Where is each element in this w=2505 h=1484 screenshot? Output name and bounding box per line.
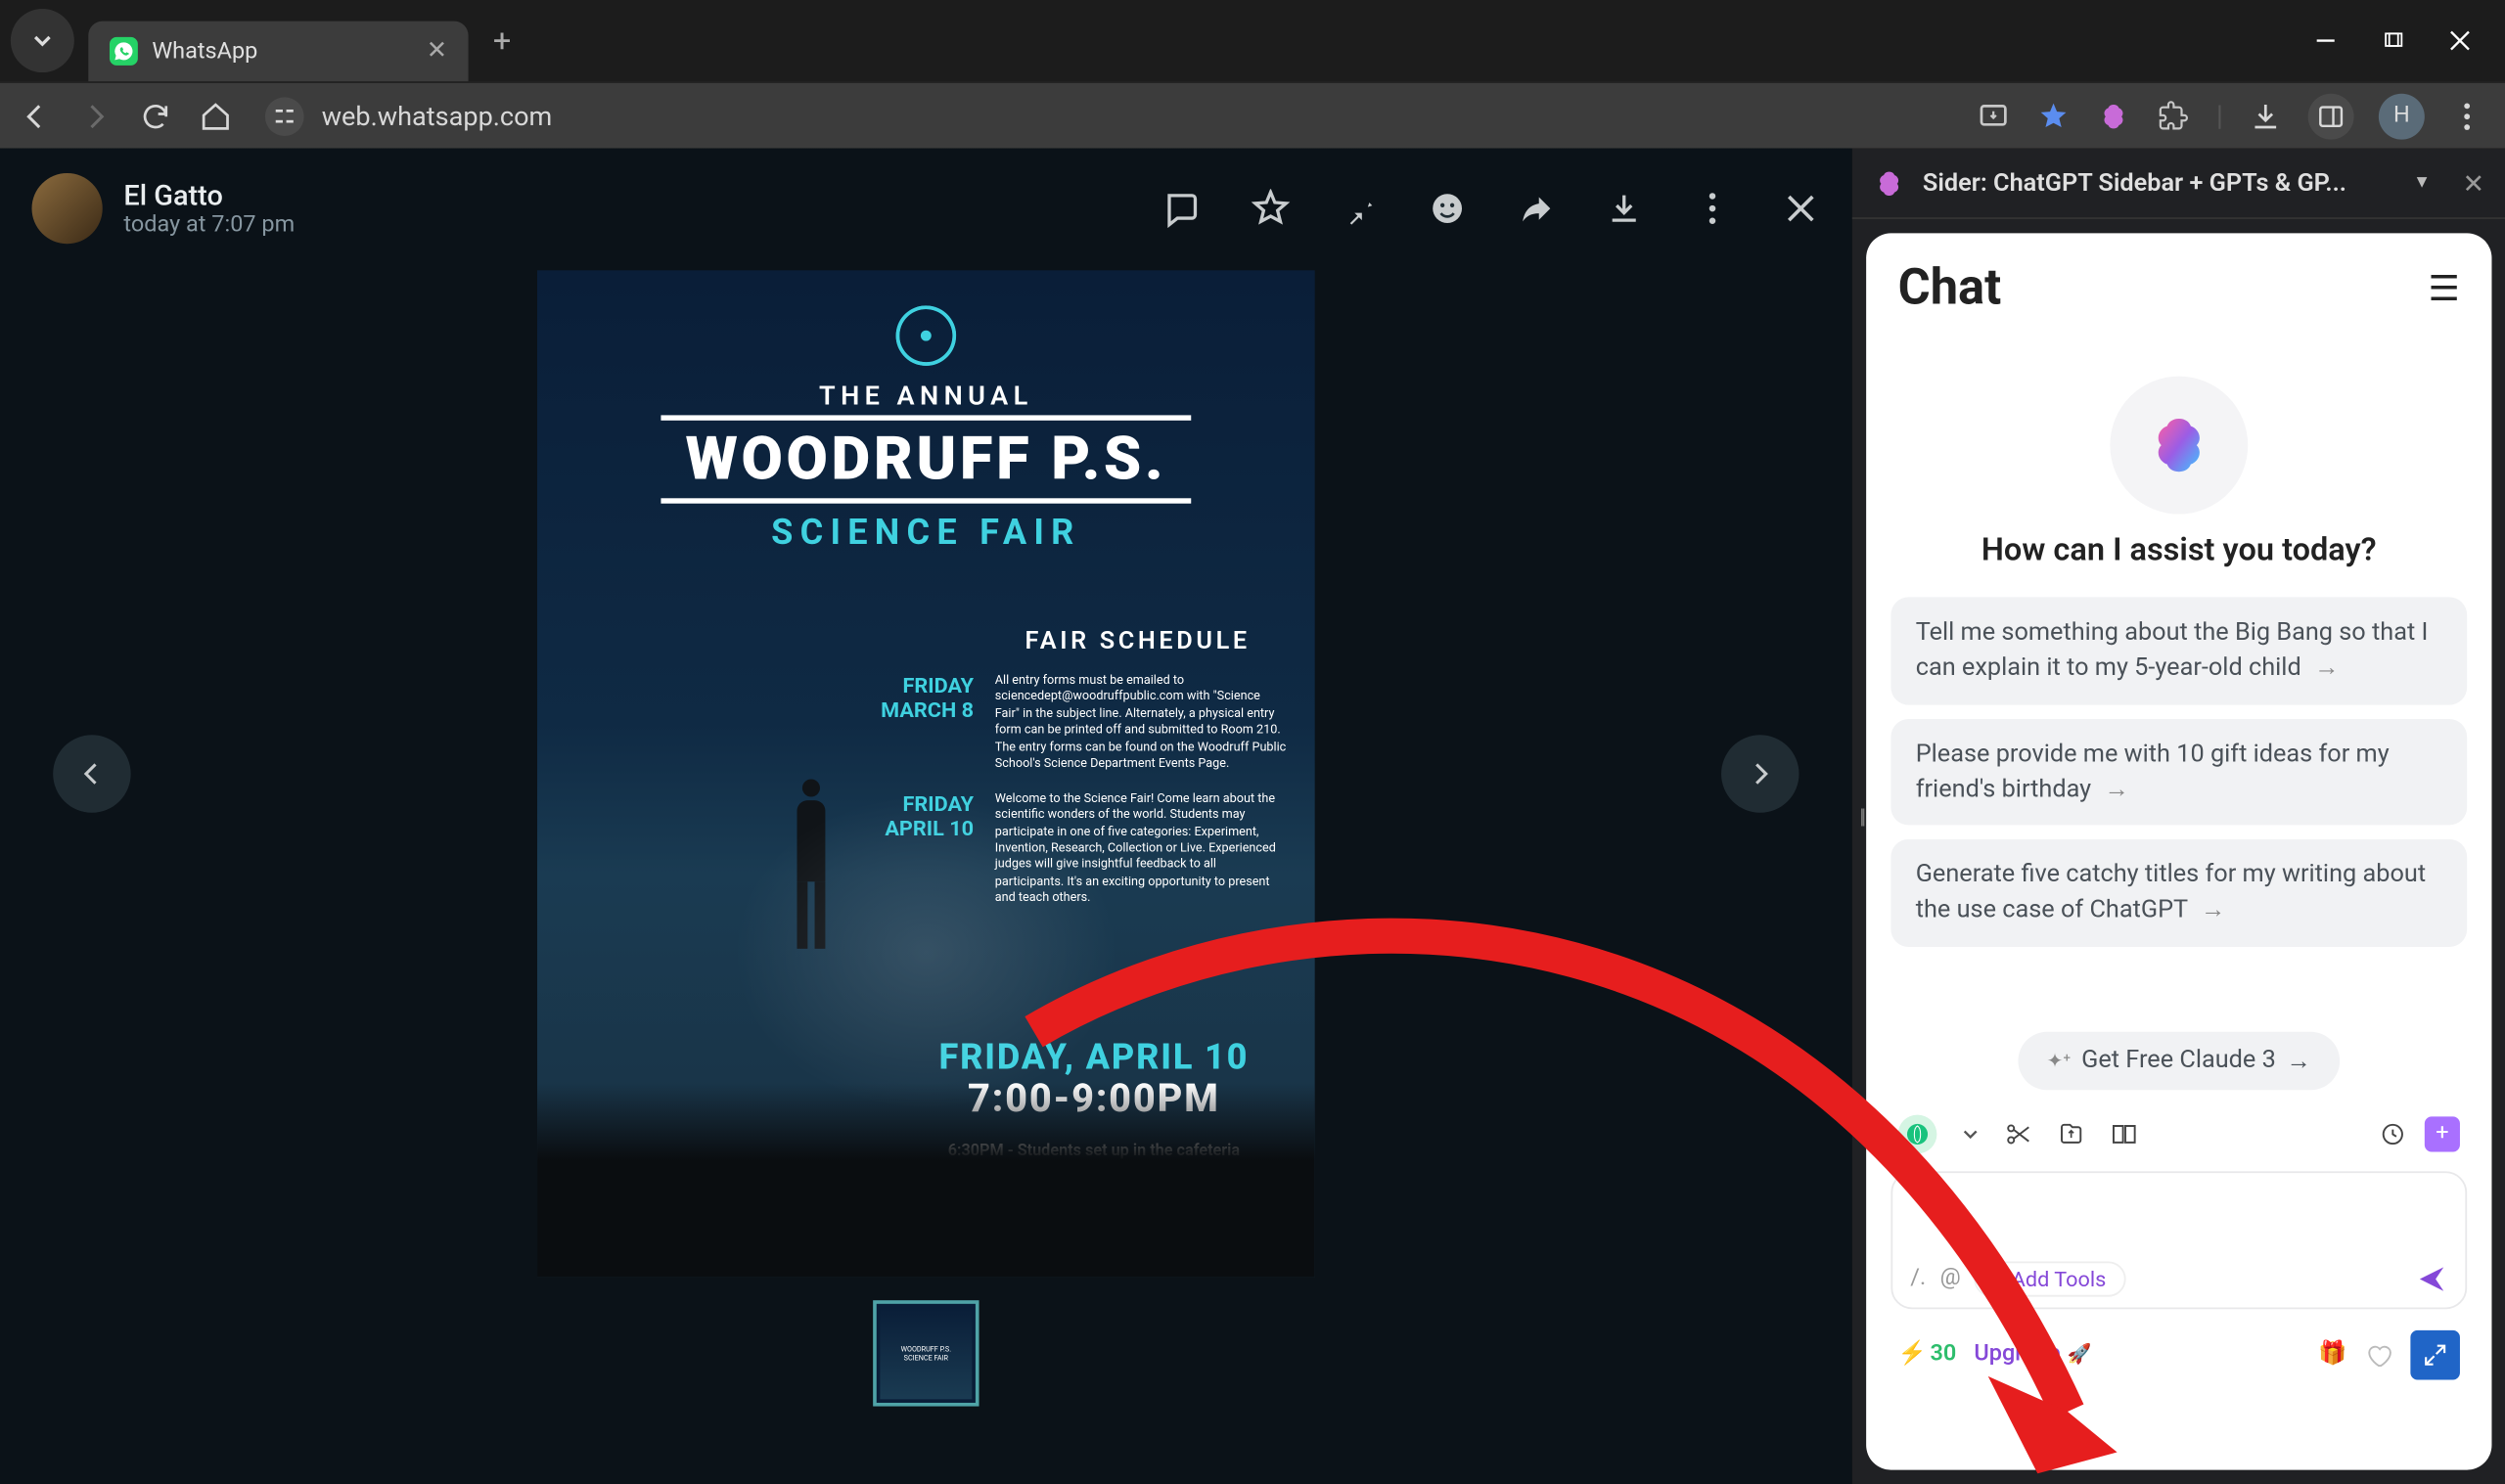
emoji-icon[interactable] [1428,189,1467,228]
tab-close-icon[interactable]: ✕ [427,37,447,66]
upgrade-link[interactable]: Upgrade [1974,1341,2060,1368]
more-menu-icon[interactable] [1693,189,1732,228]
minimize-icon[interactable] [2311,26,2340,55]
atom-icon [896,305,956,365]
sidebar-dropdown-icon[interactable]: ▼ [2413,173,2431,193]
poster-subtitle: SCIENCE FAIR [566,511,1287,553]
forward-icon[interactable] [1517,189,1556,228]
sparkle-icon: ✦⁺ [2047,1049,2072,1071]
next-image-button[interactable] [1721,735,1799,812]
claude-pill[interactable]: ✦⁺ Get Free Claude 3 → [2019,1031,2340,1090]
chat-panel: Chat ☰ How can I assist you today? Tell … [1866,233,2491,1469]
suggestion-item[interactable]: Generate five catchy titles for my writi… [1890,839,2467,946]
media-image[interactable]: THE ANNUAL WOODRUFF P.S. SCIENCE FAIR FA… [537,270,1315,1277]
install-app-icon[interactable] [1976,98,2011,133]
site-settings-icon[interactable] [265,96,304,135]
poster-big-date: FRIDAY, APRIL 10 [901,1035,1287,1077]
arrow-icon: → [2314,654,2339,683]
reply-icon[interactable] [1162,189,1202,228]
tab-search-dropdown[interactable] [11,9,74,72]
forward-icon[interactable] [77,98,113,133]
poster-pretitle: THE ANNUAL [566,380,1287,412]
whatsapp-icon [110,37,138,66]
downloads-icon[interactable] [2248,98,2283,133]
browser-toolbar: web.whatsapp.com | H [0,81,2505,149]
rocket-icon: 🚀 [2068,1343,2092,1366]
scissors-icon[interactable] [2004,1120,2032,1148]
download-icon[interactable] [1605,189,1644,228]
address-bar[interactable]: web.whatsapp.com [265,89,1951,142]
prev-image-button[interactable] [53,735,130,812]
sender-name: El Gatto [123,178,295,211]
extensions-icon[interactable] [2156,98,2191,133]
chat-input[interactable]: /. @ + Add Tools [1890,1171,2467,1309]
arrow-icon: → [2201,897,2225,925]
poster-figure [767,800,855,1012]
sender-avatar[interactable] [32,173,103,244]
sider-logo-icon [1873,167,1905,200]
poster-desc2: Welcome to the Science Fair! Come learn … [995,790,1287,907]
expand-icon[interactable] [2410,1330,2460,1380]
poster-schedule-heading: FAIR SCHEDULE [1025,627,1286,655]
model-selector[interactable] [1898,1114,1937,1153]
credits-count: 30 [1930,1341,1956,1368]
sender-timestamp: today at 7:07 pm [123,212,295,239]
suggestion-item[interactable]: Please provide me with 10 gift ideas for… [1890,718,2467,825]
slash-commands-icon[interactable]: /. [1910,1266,1926,1292]
new-chat-icon[interactable]: + [2425,1116,2460,1151]
sider-extension-icon[interactable] [2096,98,2131,133]
image-viewer: El Gatto today at 7:07 pm THE ANNUAL WOO… [0,149,1852,1484]
chat-heading: Chat [1898,258,2002,317]
url-text: web.whatsapp.com [322,100,553,132]
reload-icon[interactable] [138,98,173,133]
book-icon[interactable] [2110,1120,2138,1148]
close-viewer-icon[interactable] [1781,189,1820,228]
thumbnail-strip: WOODRUFF P.S.SCIENCE FAIR [0,1286,1852,1424]
model-chevron-icon[interactable] [1962,1125,1980,1143]
assist-prompt: How can I assist you today? [1866,532,2491,598]
credits-icon: ⚡ [1898,1341,1927,1368]
add-tools-button[interactable]: + Add Tools [1975,1261,2125,1296]
window-controls [2311,26,2505,55]
suggestion-item[interactable]: Tell me something about the Big Bang so … [1890,597,2467,703]
sidepanel-icon[interactable] [2308,93,2354,139]
maximize-icon[interactable] [2379,26,2407,55]
send-icon[interactable] [2416,1263,2448,1295]
panel-resize-handle[interactable]: || [1859,804,1862,829]
mention-icon[interactable]: @ [1940,1266,1961,1292]
arrow-icon: → [2287,1046,2311,1076]
arrow-icon: → [2105,776,2129,804]
back-icon[interactable] [18,98,53,133]
new-tab-button[interactable]: + [493,22,511,60]
poster-title: WOODRUFF P.S. [660,415,1191,503]
sidebar-title: Sider: ChatGPT Sidebar + GPTs & GP... [1923,168,2395,197]
bookmark-star-icon[interactable] [2036,98,2072,133]
browser-menu-icon[interactable] [2449,98,2484,133]
tab-title: WhatsApp [152,38,412,65]
heart-icon[interactable] [2364,1340,2392,1369]
home-icon[interactable] [198,98,233,133]
sider-sidebar: Sider: ChatGPT Sidebar + GPTs & GP... ▼ … [1852,149,2505,1484]
pin-icon[interactable] [1340,189,1379,228]
history-icon[interactable] [2379,1120,2407,1148]
chat-menu-icon[interactable]: ☰ [2429,266,2460,308]
gift-icon[interactable]: 🎁 [2318,1341,2346,1368]
profile-avatar[interactable]: H [2379,93,2425,139]
sidebar-close-icon[interactable]: ✕ [2463,167,2485,200]
close-window-icon[interactable] [2446,26,2475,55]
poster-desc1: All entry forms must be emailed to scien… [995,673,1287,773]
upload-file-icon[interactable] [2057,1120,2085,1148]
browser-titlebar: WhatsApp ✕ + [0,0,2505,81]
assistant-logo [2110,377,2248,515]
browser-tab[interactable]: WhatsApp ✕ [88,22,468,81]
thumbnail[interactable]: WOODRUFF P.S.SCIENCE FAIR [873,1300,979,1406]
star-icon[interactable] [1252,189,1291,228]
